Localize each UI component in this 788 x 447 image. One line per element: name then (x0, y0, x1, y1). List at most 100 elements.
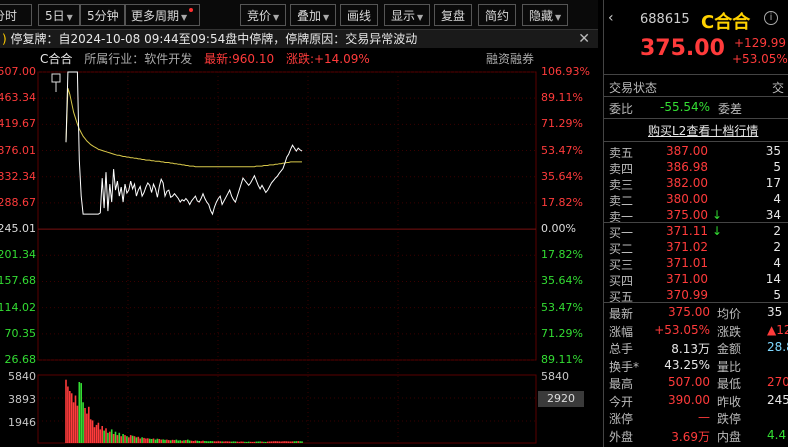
price-tick-label: 288.67 (0, 195, 36, 209)
divider (604, 96, 788, 97)
volume-bar (116, 435, 119, 443)
stat-label: 今开 (609, 394, 634, 409)
volume-bar (194, 440, 197, 443)
volume-bar (95, 424, 98, 443)
volume-bar (101, 426, 103, 443)
volume-bar (240, 441, 242, 443)
order-volume: 34 (765, 208, 781, 222)
order-volume: 2 (773, 224, 781, 238)
percent-tick-label: 53.47% (541, 143, 583, 157)
order-book-row[interactable]: 买一 371.11 2 ↓ (604, 224, 788, 240)
volume-bar (131, 435, 134, 443)
order-book-row[interactable]: 卖三 382.00 17 (604, 176, 788, 192)
stat-label: 最新 (609, 307, 634, 321)
order-level-label: 买二 (609, 242, 634, 256)
volume-bar (295, 441, 298, 443)
stat-label: 金额 (717, 342, 742, 356)
stat-value: 375.00 (668, 305, 710, 319)
volume-bar (232, 441, 235, 443)
intraday-chart[interactable] (0, 0, 598, 447)
volume-bar (213, 441, 216, 443)
average-price-line (65, 88, 302, 168)
volume-bar (162, 439, 164, 443)
stat-value: 4.4 (767, 427, 787, 442)
volume-bar (266, 441, 269, 443)
order-price: 386.98 (666, 160, 708, 174)
volume-bar (173, 440, 176, 443)
order-book-row[interactable]: 买四 371.00 14 (604, 272, 788, 288)
order-book-row[interactable]: 卖二 380.00 4 (604, 192, 788, 208)
volume-bar (280, 441, 282, 443)
volume-bar (147, 438, 149, 443)
order-book-row[interactable]: 买三 371.01 4 (604, 256, 788, 272)
volume-bar (139, 438, 141, 443)
price-change-pct: +53.05% (732, 52, 788, 66)
volume-bar (156, 438, 159, 443)
order-book-row[interactable]: 买二 371.02 2 (604, 240, 788, 256)
volume-bar (150, 439, 153, 443)
volume-bar (299, 441, 301, 443)
stat-label: 量比 (717, 359, 742, 374)
stat-label: 涨停 (609, 412, 634, 426)
order-book-row[interactable]: 卖四 386.98 5 (604, 160, 788, 176)
volume-bar (89, 419, 92, 443)
price-tick-label: 114.02 (0, 300, 36, 314)
volume-tick-label: 5840 (541, 370, 569, 383)
trade-status-right: 交 (772, 81, 785, 95)
volume-bar (129, 435, 132, 443)
volume-tick-label: 3893 (8, 393, 36, 406)
volume-bar (169, 440, 172, 443)
price-tick-label: 419.67 (0, 117, 36, 131)
stat-value: 28.8 (767, 340, 788, 354)
volume-bar (126, 436, 128, 443)
order-volume: 4 (773, 256, 781, 270)
volume-bar (164, 439, 166, 443)
percent-tick-label: 106.93% (541, 65, 590, 78)
volume-bar (234, 441, 237, 443)
price-tick-label: 376.01 (0, 143, 36, 157)
l2-upgrade-link[interactable]: 购买L2查看十档行情 (648, 122, 758, 139)
weicha-label: 委差 (718, 102, 743, 116)
stat-value: 35 (767, 305, 783, 319)
divider (604, 302, 788, 303)
volume-bar (257, 441, 259, 443)
volume-bar (76, 405, 79, 443)
arrow-down-icon: ↓ (712, 224, 723, 238)
volume-current-badge: 2920 (538, 391, 584, 407)
price-tick-label: 245.01 (0, 222, 36, 236)
order-level-label: 卖二 (609, 194, 634, 208)
percent-tick-label: 53.47% (541, 300, 583, 314)
order-volume: 14 (765, 272, 781, 286)
stat-label: 最高 (609, 377, 634, 391)
info-icon[interactable]: i (764, 11, 778, 25)
volume-bar (206, 441, 208, 443)
volume-bar (84, 408, 86, 443)
volume-bar (65, 379, 67, 443)
volume-bar (133, 436, 136, 443)
price-line (65, 71, 303, 216)
volume-bar (187, 439, 189, 443)
volume-bar (88, 406, 90, 443)
volume-bar (145, 438, 147, 443)
volume-tick-label: 5840 (8, 370, 36, 383)
percent-tick-label: 17.82% (541, 248, 583, 262)
stat-label: 涨幅 (609, 324, 634, 339)
volume-bar (179, 440, 181, 443)
order-price: 371.00 (666, 272, 708, 286)
order-book-row[interactable]: 卖五 387.00 35 (604, 144, 788, 160)
volume-bar (185, 440, 187, 443)
volume-bar (67, 386, 69, 443)
volume-bar (105, 428, 107, 443)
volume-bar (70, 393, 73, 443)
stat-label: 换手* (609, 359, 640, 374)
volume-bar (148, 438, 151, 443)
volume-bar (152, 438, 155, 443)
volume-bar (69, 391, 71, 443)
stat-value: — (698, 410, 710, 424)
panel-back-icon[interactable]: ‹ (608, 10, 614, 26)
volume-bar (128, 437, 130, 443)
volume-bar (181, 440, 183, 443)
volume-bar (274, 441, 277, 443)
volume-bar (282, 441, 284, 443)
volume-bar (198, 441, 200, 443)
